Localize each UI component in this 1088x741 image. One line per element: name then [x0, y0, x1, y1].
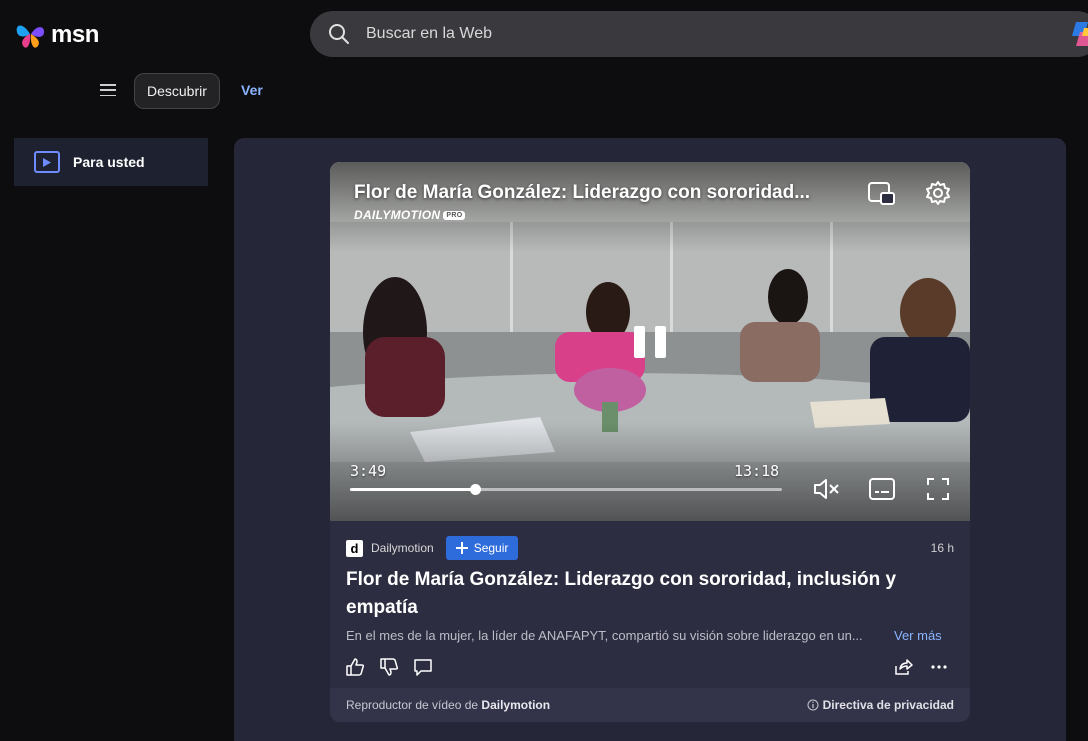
search-icon — [328, 23, 350, 45]
card-footer: Reproductor de vídeo de Dailymotion Dire… — [330, 688, 970, 722]
progress-bar[interactable] — [350, 484, 782, 495]
video-title: Flor de María González: Liderazgo con so… — [354, 182, 811, 203]
progress-fill — [350, 488, 476, 491]
follow-label: Seguir — [473, 541, 509, 555]
tab-discover[interactable]: Descubrir — [134, 73, 220, 109]
share-icon[interactable] — [892, 656, 914, 678]
msn-logo[interactable]: msn — [15, 20, 99, 50]
dailymotion-logo-icon: d — [346, 539, 363, 557]
current-time: 3:49 — [350, 462, 387, 480]
duration: 13:18 — [734, 462, 780, 480]
info-icon — [807, 699, 819, 711]
captions-icon[interactable] — [867, 474, 897, 504]
butterfly-logo-icon — [15, 20, 47, 50]
picture-in-picture-icon[interactable] — [867, 179, 897, 209]
sidebar-item-para-usted[interactable]: Para usted — [14, 138, 208, 186]
player-name: Dailymotion — [481, 698, 551, 712]
hamburger-icon[interactable] — [100, 82, 116, 98]
plus-icon — [455, 542, 468, 554]
mute-icon[interactable] — [811, 474, 841, 504]
copilot-icon[interactable] — [1070, 20, 1088, 48]
search-bar[interactable] — [310, 11, 1088, 57]
share-bar — [892, 656, 950, 678]
provider-name[interactable]: Dailymotion — [371, 541, 434, 555]
play-icon — [34, 151, 60, 173]
follow-button[interactable]: Seguir — [445, 536, 519, 560]
sidebar-item-label: Para usted — [73, 154, 145, 170]
player-credit: Reproductor de vídeo de Dailymotion — [346, 698, 550, 712]
summary-text: En el mes de la mujer, la líder de ANAFA… — [346, 628, 863, 643]
video-brand: DAILYMOTION PRO — [354, 208, 466, 222]
article-age: 16 h — [930, 541, 954, 555]
logo-text: msn — [51, 21, 99, 48]
video-player[interactable]: Flor de María González: Liderazgo con so… — [330, 162, 970, 521]
brand-name: DAILYMOTION — [354, 208, 441, 222]
comment-icon[interactable] — [412, 656, 434, 678]
pro-badge: PRO — [443, 210, 466, 220]
article-summary: En el mes de la mujer, la líder de ANAFA… — [346, 628, 966, 643]
article-headline[interactable]: Flor de María González: Liderazgo con so… — [346, 566, 946, 622]
thumbs-up-icon[interactable] — [344, 656, 366, 678]
tab-watch[interactable]: Ver — [241, 82, 263, 98]
pause-button[interactable] — [634, 326, 666, 358]
see-more-link[interactable]: Ver más — [894, 628, 942, 643]
privacy-link[interactable]: Directiva de privacidad — [807, 698, 954, 712]
search-input[interactable] — [366, 25, 966, 43]
privacy-label: Directiva de privacidad — [822, 698, 954, 712]
video-card: Flor de María González: Liderazgo con so… — [330, 162, 970, 722]
provider-row: d Dailymotion Seguir — [346, 536, 519, 560]
fullscreen-icon[interactable] — [923, 474, 953, 504]
thumbs-down-icon[interactable] — [378, 656, 400, 678]
player-prefix: Reproductor de vídeo de — [346, 698, 482, 712]
reaction-bar — [344, 656, 434, 678]
settings-gear-icon[interactable] — [923, 178, 953, 208]
more-options-icon[interactable] — [928, 656, 950, 678]
